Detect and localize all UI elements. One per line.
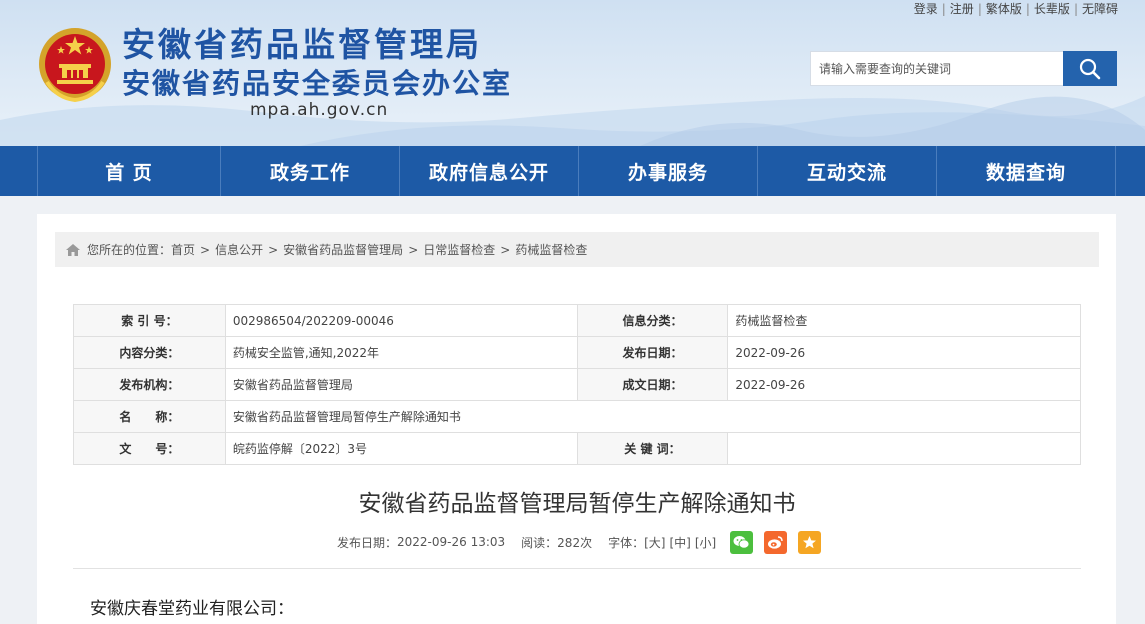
font-size-medium-button[interactable]: [中] <box>669 534 690 551</box>
font-size-small-button[interactable]: [小] <box>695 534 716 551</box>
nav-item-government-work[interactable]: 政务工作 <box>221 146 399 196</box>
breadcrumb-separator: > <box>268 242 279 257</box>
read-count-value: 282次 <box>557 535 593 550</box>
meta-value: 安徽省药品监督管理局暂停生产解除通知书 <box>224 400 1082 433</box>
breadcrumb-separator: > <box>408 242 419 257</box>
font-size-label: 字体： <box>608 535 645 550</box>
breadcrumb-separator: > <box>500 242 511 257</box>
font-size-large-button[interactable]: [大] <box>644 534 665 551</box>
meta-value: 2022-09-26 <box>727 368 1081 401</box>
site-title-line1: 安徽省药品监督管理局 <box>122 25 482 64</box>
elderly-version-link[interactable]: 长辈版 <box>1034 2 1070 16</box>
breadcrumb-item-bureau[interactable]: 安徽省药品监督管理局 <box>283 241 403 258</box>
site-header: 安徽省药品监督管理局 安徽省药品安全委员会办公室 mpa.ah.gov.cn 登… <box>0 0 1145 146</box>
search-input[interactable] <box>810 51 1064 86</box>
publish-date-value: 2022-09-26 13:03 <box>397 535 506 549</box>
table-row: 文 号： 皖药监停解〔2022〕3号 关 键 词： <box>73 432 1081 465</box>
traditional-chinese-link[interactable]: 繁体版 <box>986 2 1022 16</box>
wechat-icon[interactable] <box>730 530 754 554</box>
article-meta: 发布日期： 2022-09-26 13:03 阅读： 282次 字体： [大] … <box>337 530 822 554</box>
top-links: 登录 | 注册 | 繁体版 | 长辈版 | 无障碍 <box>914 0 1118 17</box>
meta-label: 名 称： <box>73 400 226 433</box>
breadcrumb-item-daily-inspection[interactable]: 日常监督检查 <box>423 241 495 258</box>
search-icon <box>1079 58 1101 79</box>
link-separator: | <box>1073 2 1078 16</box>
article-body-first-line: 安徽庆春堂药业有限公司： <box>90 599 294 619</box>
breadcrumb-item-info-disclosure[interactable]: 信息公开 <box>215 241 263 258</box>
accessibility-link[interactable]: 无障碍 <box>1082 2 1118 16</box>
meta-label: 发布日期： <box>576 336 729 369</box>
meta-value: 2022-09-26 <box>727 336 1081 369</box>
site-domain: mpa.ah.gov.cn <box>250 100 389 120</box>
search-button[interactable] <box>1063 51 1117 86</box>
meta-label: 内容分类： <box>73 336 226 369</box>
table-row: 内容分类： 药械安全监管,通知,2022年 发布日期： 2022-09-26 <box>73 336 1081 369</box>
nav-item-data-query[interactable]: 数据查询 <box>937 146 1115 196</box>
login-link[interactable]: 登录 <box>914 2 938 16</box>
nav-item-services[interactable]: 办事服务 <box>579 146 757 196</box>
home-icon <box>65 243 81 257</box>
meta-label: 关 键 词： <box>576 432 729 465</box>
weibo-icon[interactable] <box>764 530 788 554</box>
nav-item-interaction[interactable]: 互动交流 <box>758 146 936 196</box>
link-separator: | <box>1025 2 1030 16</box>
meta-value: 药械监督检查 <box>727 304 1081 337</box>
meta-value: 皖药监停解〔2022〕3号 <box>224 432 578 465</box>
breadcrumb-prefix: 您所在的位置： <box>87 243 172 257</box>
breadcrumb: 您所在的位置： 首页 > 信息公开 > 安徽省药品监督管理局 > 日常监督检查 … <box>55 232 1099 267</box>
nav-item-info-disclosure[interactable]: 政府信息公开 <box>400 146 578 196</box>
link-separator: | <box>941 2 946 16</box>
national-emblem-icon <box>39 28 111 103</box>
table-row: 发布机构： 安徽省药品监督管理局 成文日期： 2022-09-26 <box>73 368 1081 401</box>
meta-label: 文 号： <box>73 432 226 465</box>
favorite-icon[interactable] <box>798 530 822 554</box>
breadcrumb-item-home[interactable]: 首页 <box>171 241 195 258</box>
publish-date-label: 发布日期： <box>337 535 398 550</box>
meta-value: 药械安全监管,通知,2022年 <box>224 336 578 369</box>
register-link[interactable]: 注册 <box>950 2 974 16</box>
meta-label: 信息分类： <box>576 304 729 337</box>
article-divider <box>73 568 1081 569</box>
table-row: 索 引 号： 002986504/202209-00046 信息分类： 药械监督… <box>73 304 1081 337</box>
meta-value: 002986504/202209-00046 <box>224 304 578 337</box>
search-box <box>810 51 1117 86</box>
table-row: 名 称： 安徽省药品监督管理局暂停生产解除通知书 <box>73 400 1082 433</box>
read-count-label: 阅读： <box>521 535 558 550</box>
main-nav: 首 页 政务工作 政府信息公开 办事服务 互动交流 数据查询 <box>0 146 1145 196</box>
breadcrumb-separator: > <box>200 242 211 257</box>
meta-label: 成文日期： <box>576 368 729 401</box>
meta-value: 安徽省药品监督管理局 <box>224 368 578 401</box>
nav-divider <box>1115 146 1116 196</box>
meta-label: 索 引 号： <box>73 304 226 337</box>
nav-item-home[interactable]: 首 页 <box>38 146 220 196</box>
meta-label: 发布机构： <box>73 368 226 401</box>
link-separator: | <box>977 2 982 16</box>
article-title: 安徽省药品监督管理局暂停生产解除通知书 <box>358 491 796 517</box>
breadcrumb-item-drug-device-inspection[interactable]: 药械监督检查 <box>515 241 587 258</box>
meta-value <box>727 432 1081 465</box>
site-title-line2: 安徽省药品安全委员会办公室 <box>122 67 513 100</box>
document-meta-table: 索 引 号： 002986504/202209-00046 信息分类： 药械监督… <box>73 304 1082 465</box>
